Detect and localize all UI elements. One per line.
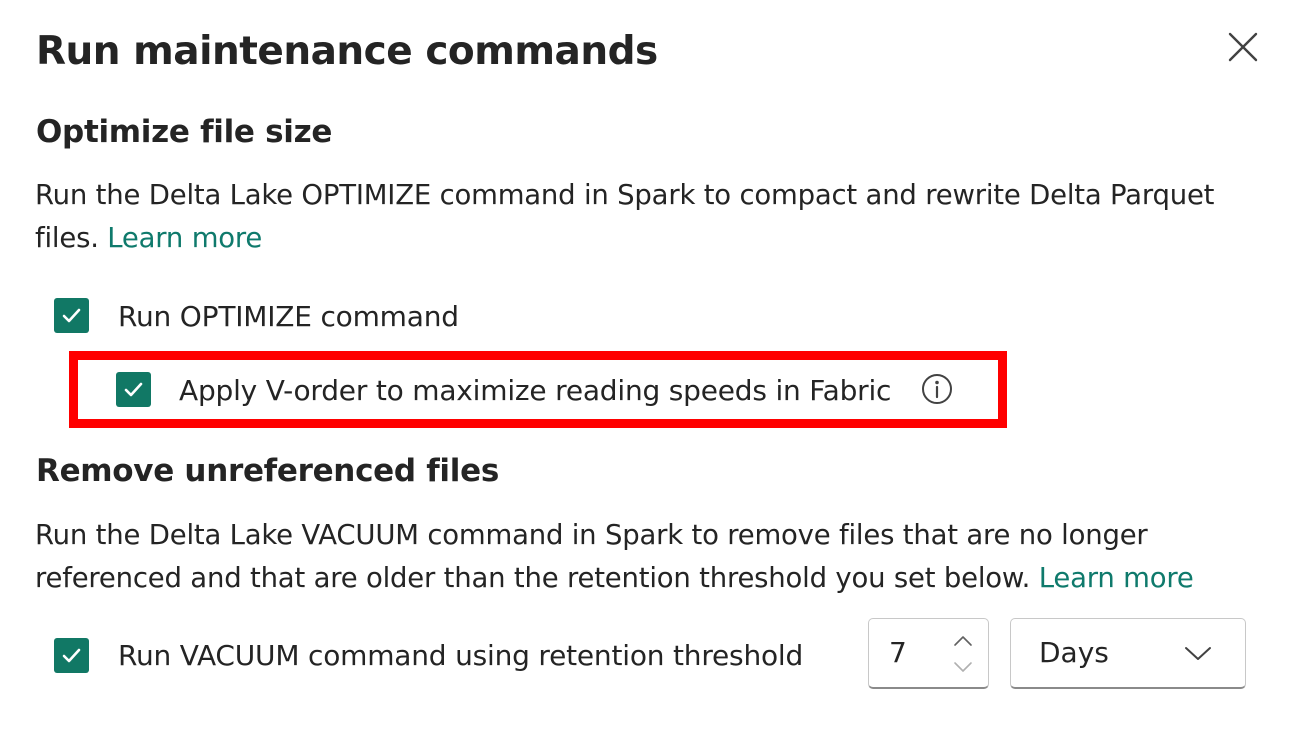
retention-unit-value: Days	[1039, 636, 1109, 669]
close-button[interactable]	[1222, 26, 1264, 68]
dialog-title: Run maintenance commands	[36, 29, 658, 74]
checkmark-icon	[124, 382, 143, 397]
optimize-heading: Optimize file size	[36, 114, 333, 150]
decrement-button[interactable]	[951, 655, 975, 679]
chevron-down-icon	[1185, 647, 1211, 660]
optimize-description: Run the Delta Lake OPTIMIZE command in S…	[35, 174, 1275, 260]
chevron-up-icon	[954, 636, 972, 646]
v-order-label[interactable]: Apply V-order to maximize reading speeds…	[179, 371, 891, 411]
maintenance-dialog: Run maintenance commands Optimize file s…	[0, 0, 1293, 729]
vacuum-description-text: Run the Delta Lake VACUUM command in Spa…	[35, 519, 1148, 594]
checkmark-icon	[62, 648, 81, 663]
optimize-learn-more-link[interactable]: Learn more	[107, 222, 262, 254]
run-vacuum-checkbox[interactable]	[54, 638, 89, 673]
chevron-down-icon	[954, 662, 972, 672]
vacuum-description: Run the Delta Lake VACUUM command in Spa…	[35, 514, 1275, 600]
dropdown-chevron	[1183, 641, 1213, 665]
run-optimize-label[interactable]: Run OPTIMIZE command	[118, 297, 459, 337]
info-icon[interactable]	[921, 373, 953, 405]
retention-unit-dropdown[interactable]: Days	[1010, 618, 1246, 689]
increment-button[interactable]	[951, 629, 975, 653]
retention-threshold-value[interactable]: 7	[889, 633, 907, 673]
retention-threshold-stepper[interactable]: 7	[868, 618, 989, 689]
close-icon	[1228, 32, 1258, 62]
v-order-checkbox[interactable]	[116, 372, 151, 407]
vacuum-heading: Remove unreferenced files	[36, 453, 499, 489]
run-optimize-checkbox[interactable]	[54, 298, 89, 333]
vacuum-learn-more-link[interactable]: Learn more	[1039, 562, 1194, 594]
run-vacuum-label[interactable]: Run VACUUM command using retention thres…	[118, 636, 803, 676]
checkmark-icon	[62, 308, 81, 323]
